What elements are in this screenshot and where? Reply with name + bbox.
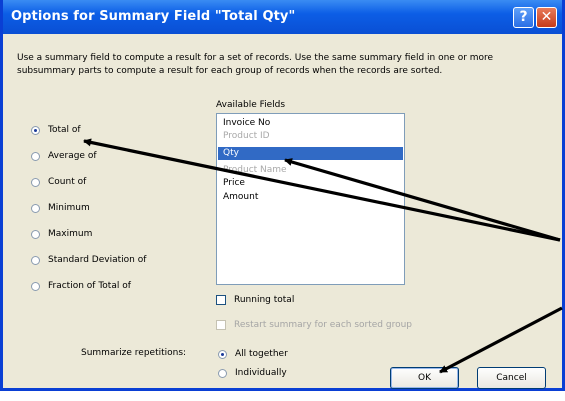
arrow-to-ok [439,306,563,374]
arrow-to-qty [284,158,561,242]
annotation-arrows [83,138,563,374]
arrow-to-total-of [83,138,561,242]
